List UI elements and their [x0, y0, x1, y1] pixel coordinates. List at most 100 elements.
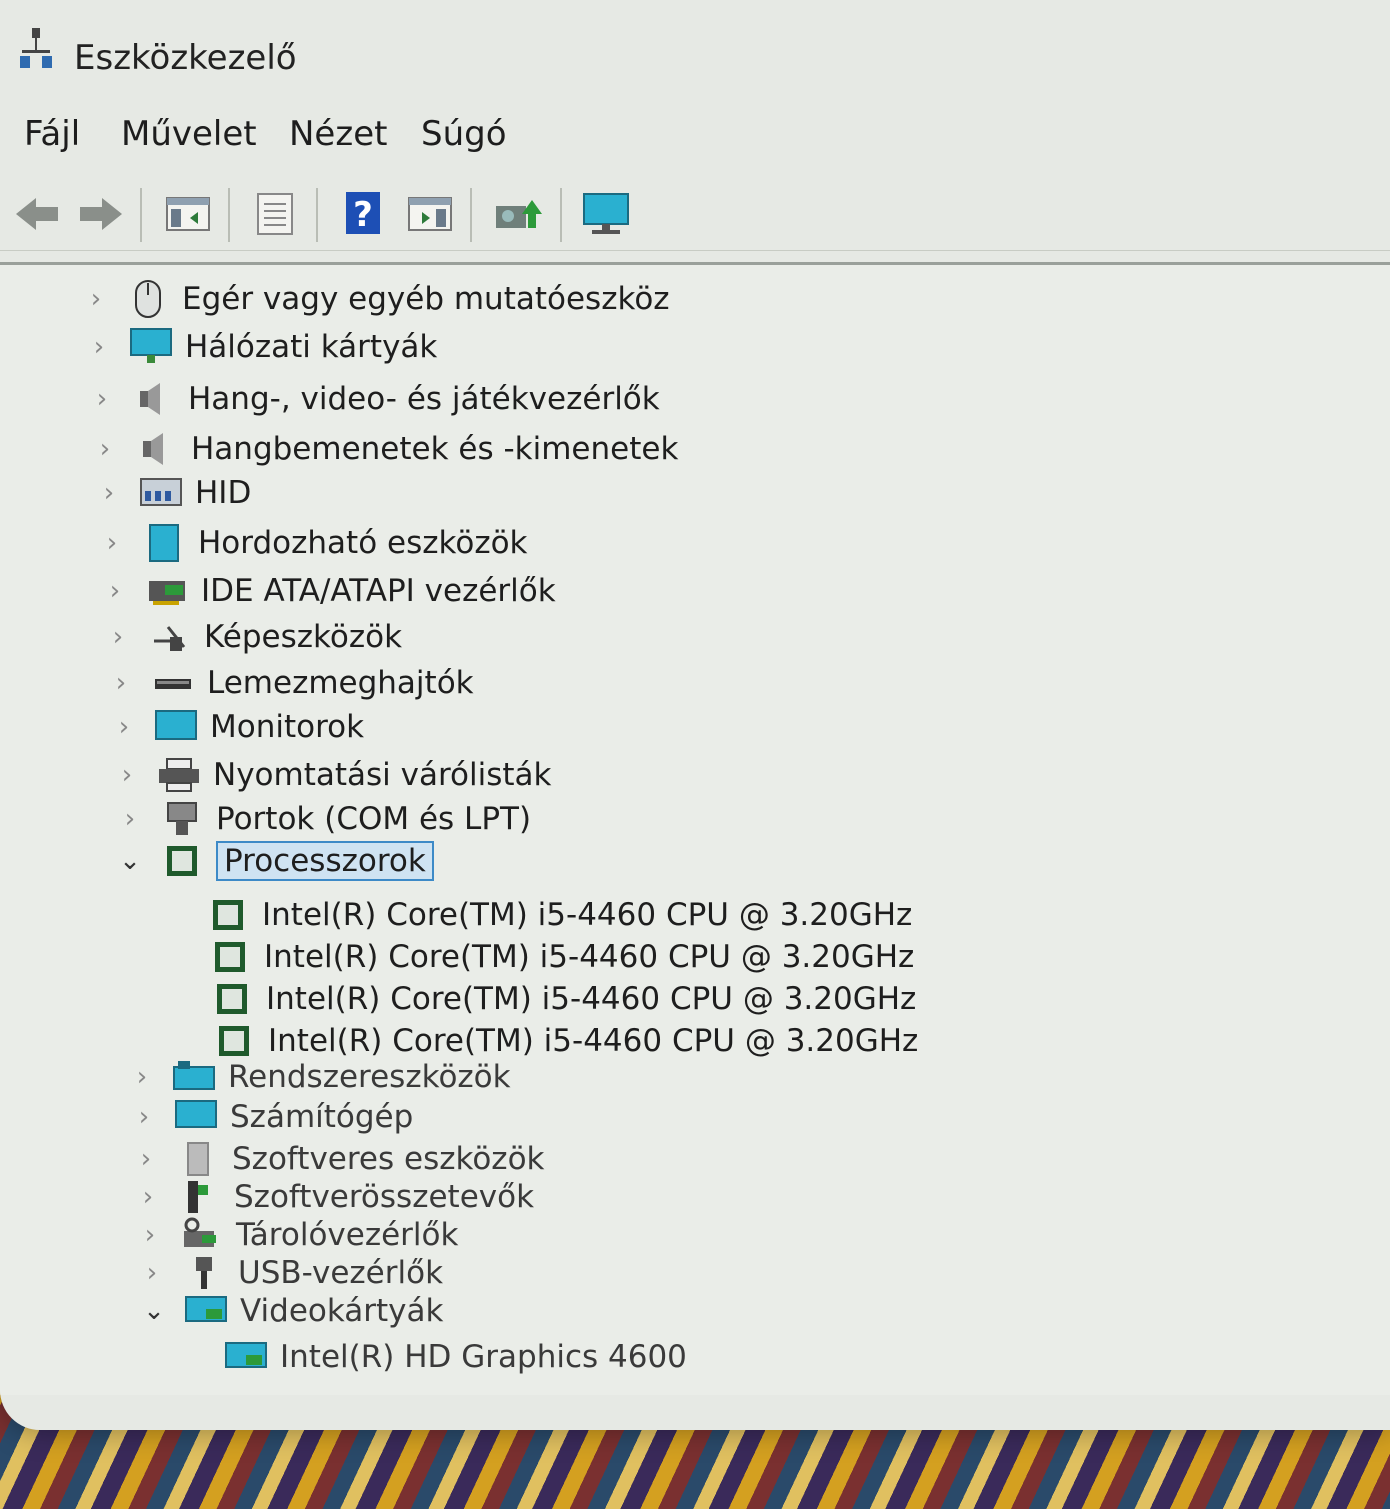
tree-item-label: Tárolóvezérlők [236, 1217, 459, 1253]
tree-category[interactable]: › Lemezmeghajtók [107, 661, 474, 705]
help-icon[interactable]: ? [338, 186, 390, 242]
computer-icon [174, 1097, 218, 1137]
tree-item-label: Rendszereszközök [228, 1059, 511, 1095]
tree-category[interactable]: › HID [95, 471, 252, 515]
tree-item-label: Hordozható eszközök [198, 525, 528, 561]
menu-action[interactable]: Művelet [121, 114, 257, 154]
tree-item-label: Intel(R) HD Graphics 4600 [280, 1339, 687, 1375]
toolbar: ? [0, 180, 1390, 251]
menu-help[interactable]: Súgó [421, 114, 507, 154]
forward-arrow-icon[interactable] [74, 186, 126, 242]
software-component-icon [178, 1177, 222, 1217]
chevron-right-icon[interactable]: › [88, 379, 116, 419]
chevron-right-icon[interactable]: › [116, 799, 144, 839]
device-tree: › Egér vagy egyéb mutatóeszköz › Hálózati k… [0, 262, 1390, 1395]
tree-device[interactable]: Intel(R) Core(TM) i5-4460 CPU @ 3.20GHz [192, 935, 914, 979]
tree-item-label: Nyomtatási várólisták [213, 757, 552, 793]
tree-item-label: HID [195, 475, 252, 511]
tree-category[interactable]: › Hang-, video- és játékvezérlők [88, 377, 660, 421]
tree-item-label: Hangbemenetek és -kimenetek [191, 431, 679, 467]
tree-category[interactable]: › Nyomtatási várólisták [113, 753, 552, 797]
tree-category[interactable]: › IDE ATA/ATAPI vezérlők [101, 569, 556, 613]
menu-view[interactable]: Nézet [289, 114, 387, 154]
tree-item-label: Hálózati kártyák [185, 329, 438, 365]
tree-item-label: Monitorok [210, 709, 365, 745]
tree-item-label: Videokártyák [240, 1293, 444, 1329]
tree-item-label: Intel(R) Core(TM) i5-4460 CPU @ 3.20GHz [262, 897, 913, 933]
chevron-right-icon[interactable]: › [98, 523, 126, 563]
window-title: Eszközkezelő [74, 38, 297, 78]
chevron-right-icon[interactable]: › [101, 571, 129, 611]
chevron-right-icon[interactable]: › [138, 1253, 166, 1293]
tree-item-label: Szoftveres eszközök [232, 1141, 545, 1177]
action-pane-icon[interactable] [404, 186, 456, 242]
chevron-right-icon[interactable]: › [91, 429, 119, 469]
storage-controller-icon [180, 1215, 224, 1255]
camera-icon [148, 617, 192, 657]
software-device-icon [176, 1139, 220, 1179]
tree-device[interactable]: Intel(R) Core(TM) i5-4460 CPU @ 3.20GHz [194, 977, 916, 1021]
chevron-down-icon[interactable]: ⌄ [140, 1291, 168, 1331]
show-hide-console-tree-icon[interactable] [162, 186, 214, 242]
tree-category[interactable]: › Hálózati kártyák [85, 325, 437, 369]
processor-icon [160, 841, 204, 881]
chevron-right-icon[interactable]: › [107, 663, 135, 703]
tree-category[interactable]: ⌄ Videokártyák [140, 1289, 443, 1333]
chevron-right-icon[interactable]: › [110, 707, 138, 747]
menu-file[interactable]: Fájl [24, 114, 80, 154]
toolbar-separator [316, 188, 318, 242]
chevron-right-icon[interactable]: › [134, 1177, 162, 1217]
chevron-right-icon[interactable]: › [130, 1097, 158, 1137]
disk-drive-icon [151, 663, 195, 703]
mouse-icon [126, 279, 170, 319]
tree-category[interactable]: › Rendszereszközök [128, 1055, 511, 1099]
tree-item-label: Intel(R) Core(TM) i5-4460 CPU @ 3.20GHz [268, 1023, 919, 1059]
tree-item-label: Lemezmeghajtók [207, 665, 474, 701]
tree-item-label: Intel(R) Core(TM) i5-4460 CPU @ 3.20GHz [266, 981, 917, 1017]
chevron-right-icon[interactable]: › [82, 279, 110, 319]
tree-category[interactable]: › Portok (COM és LPT) [116, 797, 531, 841]
chevron-right-icon[interactable]: › [104, 617, 132, 657]
tree-category[interactable]: › Hordozható eszközök [98, 521, 528, 565]
chevron-down-icon[interactable]: ⌄ [116, 841, 144, 881]
printer-icon [157, 755, 201, 795]
tree-category[interactable]: › Számítógép [130, 1095, 414, 1139]
chevron-right-icon[interactable]: › [128, 1057, 156, 1097]
properties-icon[interactable] [250, 186, 302, 242]
update-driver-icon[interactable] [492, 186, 544, 242]
system-devices-icon [172, 1057, 216, 1097]
chevron-right-icon[interactable]: › [132, 1139, 160, 1179]
hid-icon [139, 473, 183, 513]
tree-device[interactable]: Intel(R) HD Graphics 4600 [208, 1335, 687, 1379]
processor-icon [208, 937, 252, 977]
speaker-icon [132, 379, 176, 419]
back-arrow-icon[interactable] [12, 186, 64, 242]
tree-category[interactable]: › Monitorok [110, 705, 364, 749]
tree-category[interactable]: › Egér vagy egyéb mutatóeszköz [82, 277, 670, 321]
tree-device[interactable]: Intel(R) Core(TM) i5-4460 CPU @ 3.20GHz [190, 893, 912, 937]
tree-item-label: Intel(R) Core(TM) i5-4460 CPU @ 3.20GHz [264, 939, 915, 975]
tree-category[interactable]: › Hangbemenetek és -kimenetek [91, 427, 679, 471]
tree-item-label: Számítógép [230, 1099, 414, 1135]
tree-item-label: Hang-, video- és játékvezérlők [188, 381, 660, 417]
chevron-right-icon[interactable]: › [85, 327, 113, 367]
toolbar-separator [470, 188, 472, 242]
portable-device-icon [142, 523, 186, 563]
tree-item-label: Szoftverösszetevők [234, 1179, 535, 1215]
title-bar: Eszközkezelő [0, 18, 1390, 98]
svg-text:?: ? [353, 195, 373, 235]
tree-category[interactable]: › Képeszközök [104, 615, 402, 659]
processor-icon [206, 895, 250, 935]
ide-controller-icon [145, 571, 189, 611]
tree-category[interactable]: ⌄ Processzorok [116, 839, 434, 883]
chevron-right-icon[interactable]: › [95, 473, 123, 513]
chevron-right-icon[interactable]: › [113, 755, 141, 795]
tree-item-label: Processzorok [216, 841, 434, 881]
menu-bar: Fájl Művelet Nézet Súgó [0, 108, 1390, 168]
scan-hardware-icon[interactable] [580, 186, 632, 242]
usb-icon [182, 1253, 226, 1293]
display-adapter-icon [224, 1337, 268, 1377]
device-manager-window: Eszközkezelő Fájl Művelet Nézet Súgó ? ›… [0, 0, 1390, 1430]
network-adapter-icon [129, 327, 173, 367]
chevron-right-icon[interactable]: › [136, 1215, 164, 1255]
